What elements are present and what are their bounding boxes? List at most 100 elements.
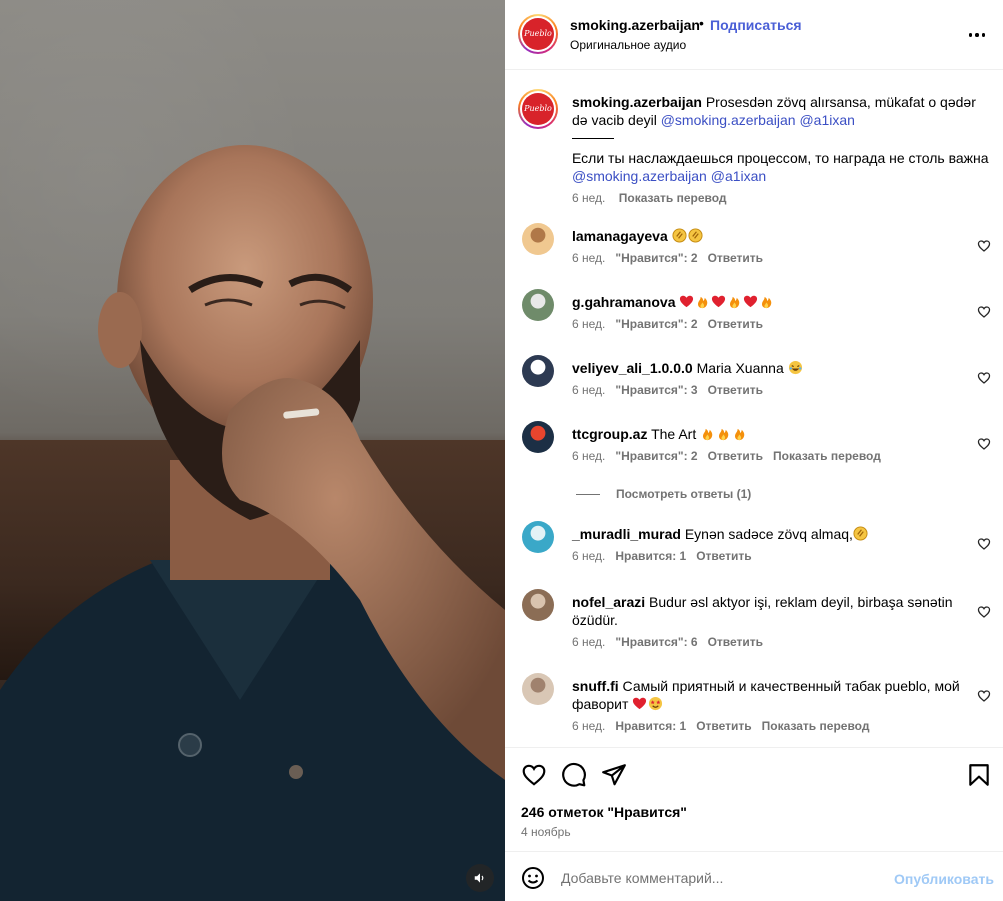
comment-username[interactable]: veliyev_ali_1.0.0.0: [572, 360, 693, 376]
caption-time[interactable]: 6 нед.: [572, 191, 605, 205]
heart-emoji-icon: [712, 295, 726, 308]
comment-likes-count[interactable]: "Нравится": 6: [615, 635, 697, 649]
reply-button[interactable]: Ответить: [708, 383, 763, 397]
fire-emoji-icon: [719, 428, 729, 441]
comment-username[interactable]: snuff.fi: [572, 678, 619, 694]
audio-label[interactable]: Оригинальное аудио: [570, 38, 686, 52]
heart-icon[interactable]: [521, 762, 547, 788]
add-comment-bar: Опубликовать: [505, 851, 1003, 901]
comment-likes-count[interactable]: "Нравится": 2: [615, 251, 697, 265]
comment-time[interactable]: 6 нед.: [572, 251, 605, 265]
comment-likes-count[interactable]: "Нравится": 3: [615, 383, 697, 397]
comment-like-heart-icon[interactable]: [977, 371, 991, 385]
comment-username[interactable]: nofel_arazi: [572, 594, 645, 610]
comment-time[interactable]: 6 нед.: [572, 383, 605, 397]
comment-emojis: [679, 294, 775, 310]
post-date[interactable]: 4 ноябрь: [521, 825, 571, 839]
publish-button[interactable]: Опубликовать: [894, 871, 994, 887]
post-actions: 246 отметок "Нравится" 4 ноябрь: [505, 747, 1003, 851]
comment-body-line2: фаворит: [572, 696, 629, 712]
comment-body: The Art: [651, 426, 697, 442]
commenter-avatar[interactable]: [522, 521, 554, 553]
caption-username[interactable]: smoking.azerbaijan: [572, 94, 702, 110]
clap-emoji-icon: [672, 228, 687, 243]
view-replies-button[interactable]: Посмотреть ответы (1): [576, 487, 751, 501]
comment-time[interactable]: 6 нед.: [572, 317, 605, 331]
reply-button[interactable]: Ответить: [708, 635, 763, 649]
brand-logo-text: Pueblo: [524, 104, 552, 113]
author-username[interactable]: smoking.azerbaijan: [570, 17, 700, 33]
comment-emojis: [853, 526, 869, 542]
comment-meta: 6 нед. Нравится: 1 Ответить: [572, 549, 762, 563]
post-header: Pueblo smoking.azerbaijan • Подписаться …: [505, 0, 1003, 70]
comment-time[interactable]: 6 нед.: [572, 549, 605, 563]
caption-mention[interactable]: @smoking.azerbaijan: [661, 112, 796, 128]
separator-dot: •: [699, 15, 704, 31]
show-translation-button[interactable]: Показать перевод: [762, 719, 870, 733]
fire-emoji-icon: [698, 296, 708, 309]
comment-like-heart-icon[interactable]: [977, 305, 991, 319]
comment-like-heart-icon[interactable]: [977, 689, 991, 703]
show-translation-button[interactable]: Показать перевод: [619, 191, 727, 205]
comment-likes-count[interactable]: "Нравится": 2: [615, 449, 697, 463]
reply-button[interactable]: Ответить: [708, 251, 763, 265]
clap-emoji-icon: [853, 526, 868, 541]
commenter-avatar[interactable]: [522, 355, 554, 387]
comment-time[interactable]: 6 нед.: [572, 719, 605, 733]
comment-input[interactable]: [561, 866, 881, 890]
comment-username[interactable]: _muradli_murad: [572, 526, 681, 542]
comment-like-heart-icon[interactable]: [977, 239, 991, 253]
more-options-icon[interactable]: [965, 23, 989, 47]
author-avatar[interactable]: Pueblo: [518, 14, 558, 54]
heart-emoji-icon: [633, 697, 647, 710]
comment-username[interactable]: lamanagayeva: [572, 228, 668, 244]
commenter-avatar[interactable]: [522, 673, 554, 705]
heart-emoji-icon: [744, 295, 758, 308]
reply-button[interactable]: Ответить: [708, 449, 763, 463]
comment-likes-count[interactable]: Нравится: 1: [615, 719, 686, 733]
comment-icon[interactable]: [561, 762, 587, 788]
comment-username[interactable]: g.gahramanova: [572, 294, 675, 310]
comment-text: nofel_arazi Budur əsl aktyor işi, reklam…: [572, 593, 992, 629]
fire-emoji-icon: [762, 296, 772, 309]
emoji-icon[interactable]: [521, 866, 545, 890]
show-translation-button[interactable]: Показать перевод: [773, 449, 881, 463]
view-replies-label: Посмотреть ответы (1): [616, 487, 752, 501]
reply-button[interactable]: Ответить: [696, 719, 751, 733]
post-sidebar: Pueblo smoking.azerbaijan • Подписаться …: [505, 0, 1003, 901]
reply-button[interactable]: Ответить: [708, 317, 763, 331]
caption-mention[interactable]: @a1ixan: [711, 168, 766, 184]
likes-count[interactable]: 246 отметок "Нравится": [521, 804, 687, 820]
reply-button[interactable]: Ответить: [696, 549, 751, 563]
star-eyes-emoji-icon: [649, 696, 663, 711]
caption-separator: [572, 138, 614, 139]
caption-text-ru: Если ты наслаждаешься процессом, то нагр…: [572, 149, 992, 185]
commenter-avatar[interactable]: [522, 223, 554, 255]
comment-body: Самый приятный и качественный табак pueb…: [622, 678, 960, 694]
comment-meta: 6 нед. "Нравится": 2 Ответить: [572, 317, 773, 331]
comment-like-heart-icon[interactable]: [977, 605, 991, 619]
caption-avatar[interactable]: Pueblo: [518, 89, 558, 129]
commenter-avatar[interactable]: [522, 421, 554, 453]
caption-body-ru: Если ты наслаждаешься процессом, то нагр…: [572, 150, 989, 166]
comment-like-heart-icon[interactable]: [977, 437, 991, 451]
commenter-avatar[interactable]: [522, 589, 554, 621]
comment-username[interactable]: ttcgroup.az: [572, 426, 647, 442]
video-frame-person: [0, 145, 505, 901]
comment-like-heart-icon[interactable]: [977, 537, 991, 551]
caption-mention[interactable]: @a1ixan: [799, 112, 854, 128]
caption-mention[interactable]: @smoking.azerbaijan: [572, 168, 707, 184]
comment-likes-count[interactable]: "Нравится": 2: [615, 317, 697, 331]
comment-text: g.gahramanova: [572, 293, 992, 311]
bookmark-icon[interactable]: [966, 762, 992, 788]
comments-list[interactable]: Pueblo smoking.azerbaijan Prosesdən zövq…: [505, 71, 1003, 747]
comment-time[interactable]: 6 нед.: [572, 449, 605, 463]
post-video[interactable]: [0, 0, 505, 901]
commenter-avatar[interactable]: [522, 289, 554, 321]
comment-body: Maria Xuanna: [696, 360, 784, 376]
share-icon[interactable]: [601, 762, 627, 788]
sound-toggle-button[interactable]: [466, 864, 494, 892]
comment-likes-count[interactable]: Нравится: 1: [615, 549, 686, 563]
comment-time[interactable]: 6 нед.: [572, 635, 605, 649]
follow-button[interactable]: Подписаться: [710, 17, 802, 33]
